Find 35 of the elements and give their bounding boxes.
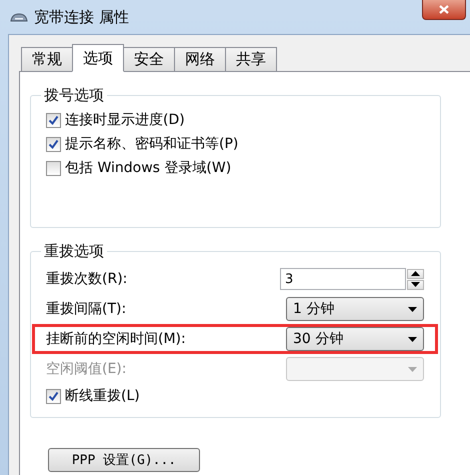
field-label: 挂断前的空闲时间(M): xyxy=(46,330,186,348)
window-title: 宽带连接 属性 xyxy=(34,8,130,26)
checkbox[interactable] xyxy=(46,136,61,152)
close-icon xyxy=(439,5,449,14)
field-label: 重拨次数(R): xyxy=(46,270,128,288)
tab[interactable]: 安全 xyxy=(123,47,175,71)
modem-icon xyxy=(10,12,28,22)
checkbox[interactable] xyxy=(46,160,61,176)
caret-icon xyxy=(408,306,417,312)
group-title: 拨号选项 xyxy=(43,86,105,105)
checkbox-label: 断线重拨(L) xyxy=(65,387,140,405)
checkbox[interactable] xyxy=(46,388,61,404)
tab[interactable]: 选项 xyxy=(72,44,124,72)
checkbox-label: 提示名称、密码和证书等(P) xyxy=(65,135,238,153)
ppp-settings-button[interactable]: PPP 设置(G)... xyxy=(48,448,200,472)
caret-icon xyxy=(408,336,417,342)
number-field[interactable]: 3 xyxy=(280,268,406,290)
tab[interactable]: 共享 xyxy=(225,47,277,71)
close-button[interactable] xyxy=(422,0,466,20)
group-title: 重拨选项 xyxy=(43,242,105,261)
spin-down-button[interactable] xyxy=(407,280,424,290)
tab[interactable]: 常规 xyxy=(21,47,73,71)
tab[interactable]: 网络 xyxy=(174,47,226,71)
checkbox[interactable] xyxy=(46,112,61,128)
spin-up-button[interactable] xyxy=(407,268,424,278)
field-label: 重拨间隔(T): xyxy=(46,300,126,318)
checkbox-label: 包括 Windows 登录域(W) xyxy=(65,159,232,177)
checkbox-label: 连接时显示进度(D) xyxy=(65,111,185,129)
dropdown[interactable]: 1 分钟 xyxy=(286,297,424,321)
field-label: 空闲阈值(E): xyxy=(46,360,126,378)
caret-icon xyxy=(408,366,417,372)
check-icon xyxy=(48,114,59,126)
check-icon xyxy=(48,390,59,402)
dropdown[interactable]: 30 分钟 xyxy=(286,327,424,351)
check-icon xyxy=(48,138,59,150)
